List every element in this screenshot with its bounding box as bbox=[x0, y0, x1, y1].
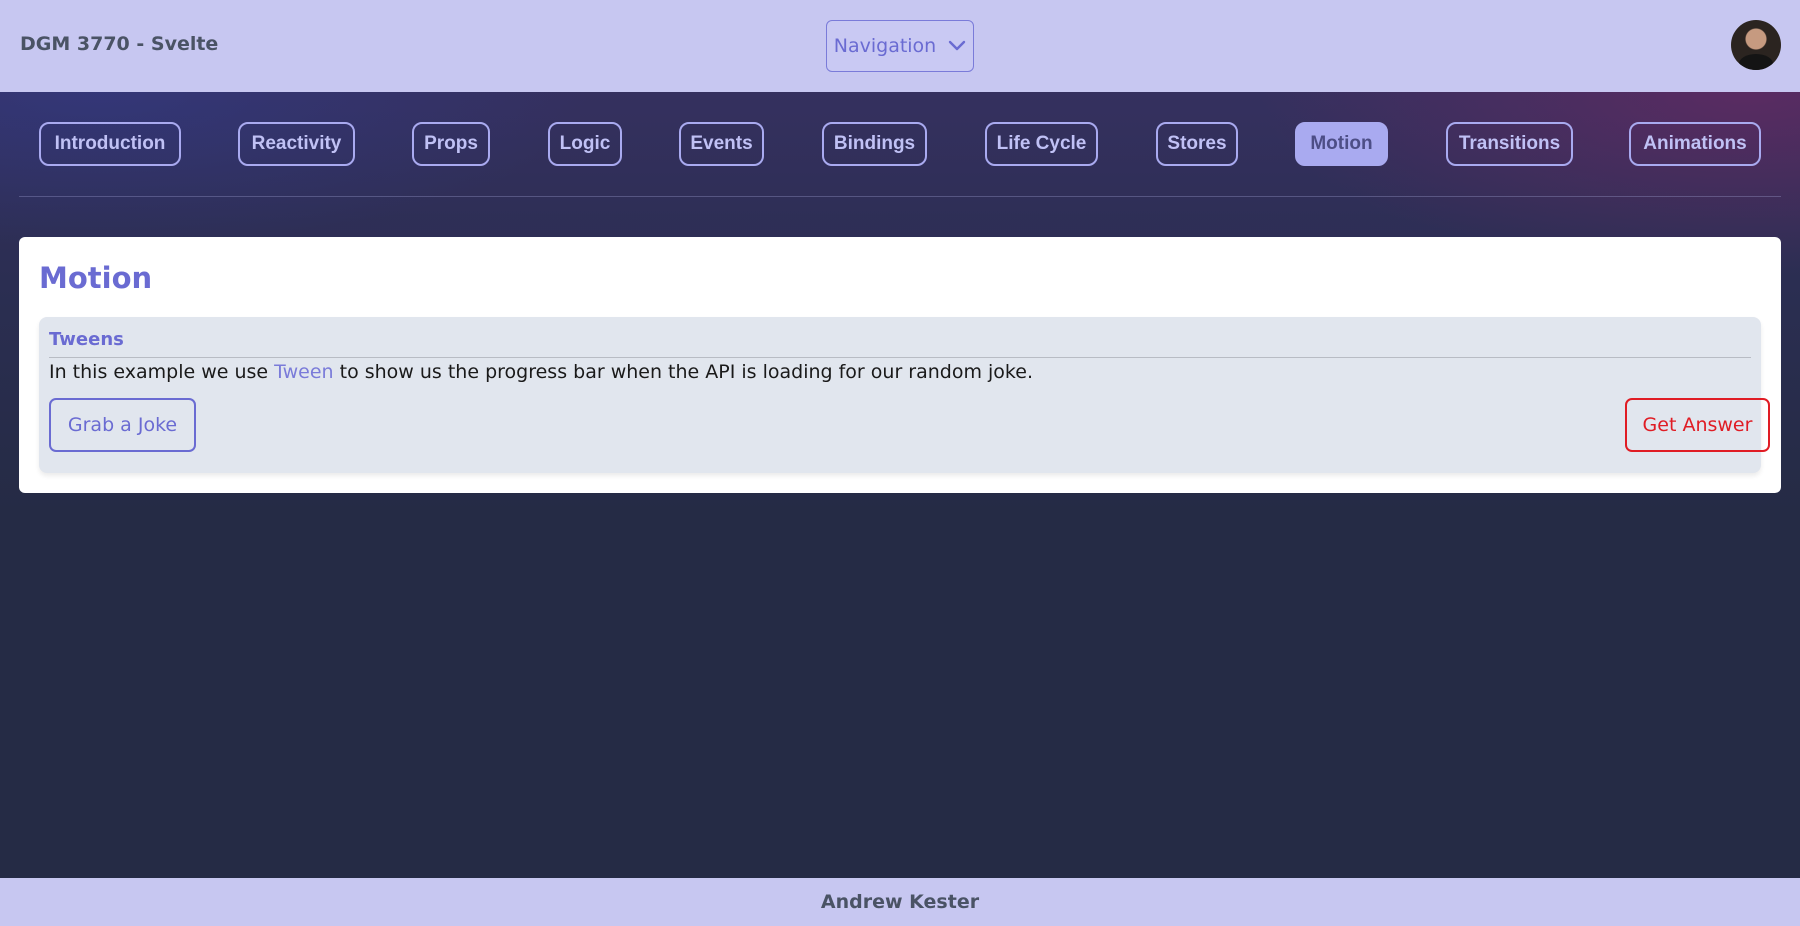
tab-life-cycle[interactable]: Life Cycle bbox=[985, 122, 1098, 166]
description-text-end: to show us the progress bar when the API… bbox=[333, 361, 1033, 383]
avatar[interactable] bbox=[1731, 20, 1781, 70]
description-text-start: In this example we use bbox=[49, 361, 275, 383]
navigation-dropdown[interactable]: Navigation bbox=[826, 20, 974, 72]
tab-bindings[interactable]: Bindings bbox=[822, 122, 927, 166]
tab-events[interactable]: Events bbox=[679, 122, 764, 166]
tab-introduction[interactable]: Introduction bbox=[39, 122, 181, 166]
section-tabs: Introduction Reactivity Props Logic Even… bbox=[0, 122, 1800, 168]
tabs-divider bbox=[19, 196, 1781, 197]
tab-animations[interactable]: Animations bbox=[1629, 122, 1761, 166]
top-bar: DGM 3770 - Svelte Navigation bbox=[0, 0, 1800, 92]
content-card: Motion Tweens In this example we use Twe… bbox=[19, 237, 1781, 493]
tab-motion[interactable]: Motion bbox=[1295, 122, 1388, 166]
footer-author: Andrew Kester bbox=[820, 891, 980, 913]
site-brand[interactable]: DGM 3770 - Svelte bbox=[20, 33, 218, 55]
tween-link[interactable]: Tween bbox=[274, 361, 333, 383]
section-title: Tweens bbox=[49, 329, 124, 350]
navigation-dropdown-label: Navigation bbox=[833, 35, 937, 57]
tab-stores[interactable]: Stores bbox=[1156, 122, 1238, 166]
chevron-down-icon bbox=[948, 40, 966, 52]
tweens-panel: Tweens In this example we use Tween to s… bbox=[39, 317, 1770, 473]
section-divider bbox=[49, 357, 1751, 358]
get-answer-button[interactable]: Get Answer bbox=[1625, 398, 1770, 452]
tab-props[interactable]: Props bbox=[412, 122, 490, 166]
tab-logic[interactable]: Logic bbox=[548, 122, 622, 166]
grab-joke-button[interactable]: Grab a Joke bbox=[49, 398, 196, 452]
tab-transitions[interactable]: Transitions bbox=[1446, 122, 1573, 166]
section-description: In this example we use Tween to show us … bbox=[49, 361, 1033, 383]
page-title: Motion bbox=[39, 261, 153, 295]
footer: Andrew Kester bbox=[0, 878, 1800, 926]
tab-reactivity[interactable]: Reactivity bbox=[238, 122, 355, 166]
